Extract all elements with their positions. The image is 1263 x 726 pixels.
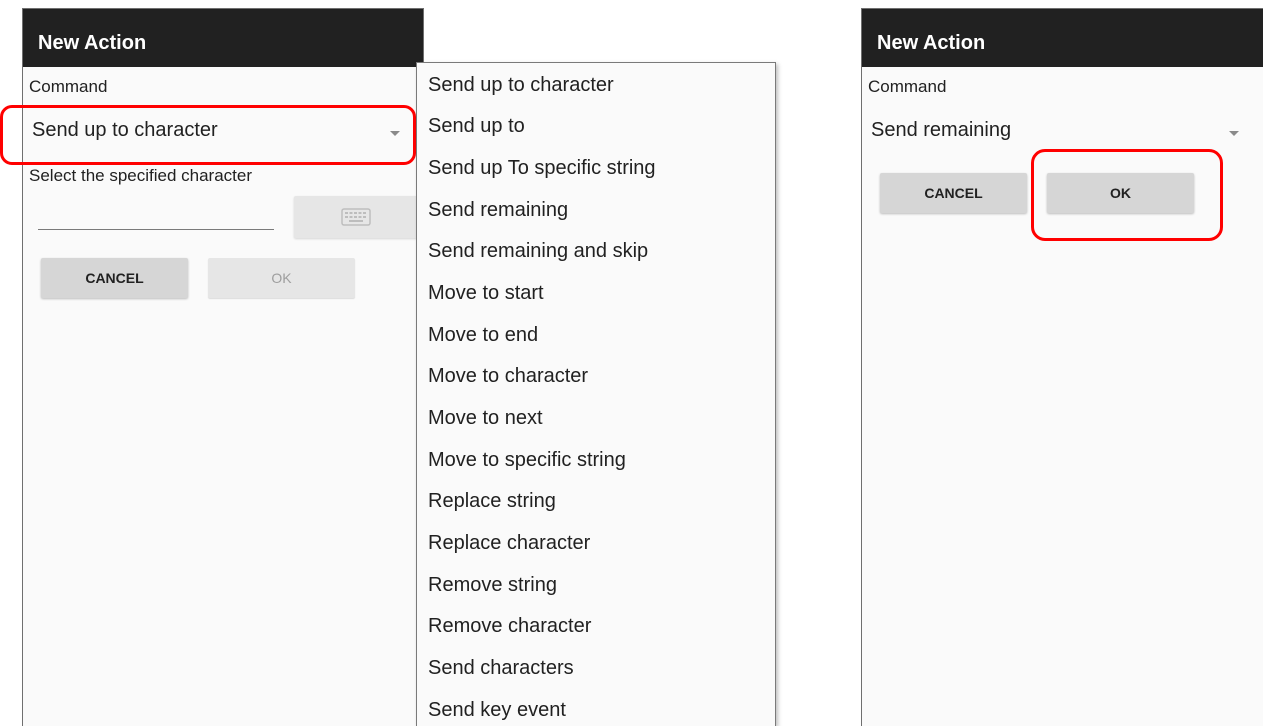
command-label: Command bbox=[868, 77, 947, 96]
dialog-title: New Action bbox=[862, 9, 1263, 67]
dropdown-item[interactable]: Remove string bbox=[428, 574, 557, 597]
keyboard-button[interactable] bbox=[294, 196, 425, 238]
dropdown-item[interactable]: Move to specific string bbox=[428, 449, 626, 472]
command-label: Command bbox=[29, 77, 108, 96]
character-input-underline bbox=[38, 229, 274, 230]
dropdown-item[interactable]: Send remaining bbox=[428, 199, 568, 222]
character-input[interactable] bbox=[38, 197, 274, 229]
dropdown-item[interactable]: Move to character bbox=[428, 365, 588, 388]
spinner-highlight-box bbox=[0, 105, 416, 165]
dropdown-item[interactable]: Replace character bbox=[428, 532, 590, 555]
dropdown-item[interactable]: Send up to bbox=[428, 115, 525, 138]
ok-highlight-box bbox=[1031, 149, 1223, 241]
select-character-label: Select the specified character bbox=[29, 166, 253, 185]
command-dropdown-list: Send up to character Send up to Send up … bbox=[416, 62, 776, 726]
cancel-button[interactable]: CANCEL bbox=[41, 258, 188, 298]
dropdown-item[interactable]: Move to next bbox=[428, 407, 543, 430]
cancel-button[interactable]: CANCEL bbox=[880, 173, 1027, 213]
dropdown-item[interactable]: Remove character bbox=[428, 615, 591, 638]
dropdown-item[interactable]: Move to start bbox=[428, 282, 544, 305]
dropdown-item[interactable]: Send up to character bbox=[428, 74, 614, 97]
dropdown-item[interactable]: Send characters bbox=[428, 657, 574, 680]
dropdown-item[interactable]: Move to end bbox=[428, 324, 538, 347]
dropdown-item[interactable]: Replace string bbox=[428, 490, 556, 513]
dialog-title: New Action bbox=[23, 9, 423, 67]
dropdown-item[interactable]: Send key event bbox=[428, 699, 566, 722]
command-spinner-value: Send remaining bbox=[871, 119, 1012, 141]
dropdown-item[interactable]: Send up To specific string bbox=[428, 157, 656, 180]
dropdown-item[interactable]: Send remaining and skip bbox=[428, 240, 648, 263]
dropdown-caret-icon bbox=[1229, 131, 1239, 136]
new-action-dialog-right: New Action Command Send remaining CANCEL… bbox=[861, 8, 1263, 726]
keyboard-icon bbox=[341, 208, 371, 226]
ok-button[interactable]: OK bbox=[208, 258, 355, 298]
